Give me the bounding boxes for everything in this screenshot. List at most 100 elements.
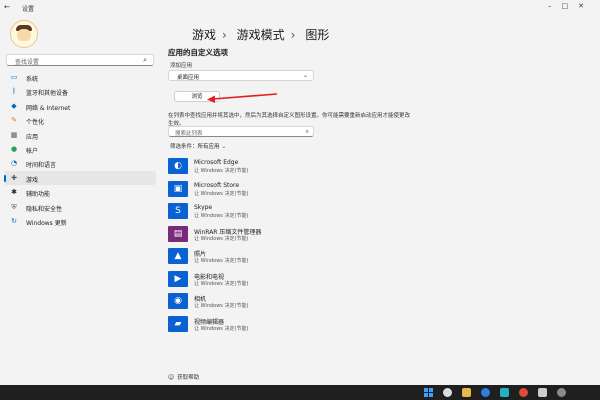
app-list-item[interactable]: ▲ 照片让 Windows 决定(节能) bbox=[168, 246, 428, 269]
avatar-face bbox=[17, 29, 31, 41]
app-list-item[interactable]: ▣ Microsoft Store 让 Windows 决定(节能) bbox=[168, 179, 428, 202]
sidebar-item-label: 系统 bbox=[26, 76, 39, 83]
app-list-item[interactable]: ▰ 视频编辑器让 Windows 决定(节能) bbox=[168, 314, 428, 337]
camera-icon: ◉ bbox=[174, 296, 182, 306]
start-icon[interactable] bbox=[424, 388, 433, 397]
sidebar-item-8[interactable]: ✱ 辅助功能 bbox=[4, 185, 156, 199]
arrow-shaft bbox=[212, 93, 278, 100]
breadcrumb-item-games[interactable]: 游戏 bbox=[192, 28, 216, 42]
sidebar-item-label: 游戏 bbox=[26, 176, 39, 184]
winrar-icon: ▤ bbox=[173, 228, 183, 239]
file-explorer-icon[interactable] bbox=[462, 388, 471, 397]
sidebar-item-4[interactable]: ▦ 应用 bbox=[4, 128, 156, 142]
main-content: 游戏 › 游戏模式 › 图形 应用的自定义选项 添加应用 桌面应用 ⌄ 浏览 在列表… bbox=[168, 16, 600, 386]
film-icon: ▶ bbox=[174, 273, 182, 284]
avatar[interactable] bbox=[10, 20, 38, 48]
apps-icon: ▦ bbox=[10, 130, 18, 139]
add-app-dropdown[interactable]: 桌面应用 ⌄ bbox=[168, 70, 314, 81]
chevron-down-icon: ⌄ bbox=[302, 72, 308, 79]
person-icon: ● bbox=[10, 144, 18, 153]
minimize-icon[interactable]: – bbox=[548, 2, 562, 10]
filter-label: 筛选条件： bbox=[170, 144, 198, 150]
filter-dropdown[interactable]: 筛选条件：所有应用 ⌄ bbox=[170, 142, 226, 150]
add-app-label: 添加应用 bbox=[170, 63, 193, 69]
photos-icon: ▲ bbox=[174, 251, 182, 261]
app-gpu-preference: 让 Windows 决定(节能) bbox=[194, 168, 249, 174]
sidebar-item-3[interactable]: ✎ 个性化 bbox=[4, 113, 156, 127]
chevron-down-icon: ⌄ bbox=[221, 144, 227, 150]
breadcrumb: 游戏 › 游戏模式 › 图形 bbox=[192, 26, 335, 43]
sidebar-item-2[interactable]: ◆ 网络 & Internet bbox=[4, 99, 156, 113]
sidebar-item-label: 辅助功能 bbox=[26, 191, 51, 199]
sidebar-nav: ▭ 系统 ᛒ 蓝牙和其他设备 ◆ 网络 & Internet ✎ 个性化 ▦ 应用 ● 帐户 ◔ 时间和语… bbox=[4, 70, 156, 228]
globe-clock-icon: ◔ bbox=[10, 159, 18, 168]
app-list-item[interactable]: ◐ Microsoft Edge 让 Windows 决定(节能) bbox=[168, 156, 428, 179]
sidebar-item-9[interactable]: ⛨ 隐私和安全性 bbox=[4, 200, 156, 214]
store-icon[interactable] bbox=[481, 388, 490, 397]
app-list-item[interactable]: S Skype 让 Windows 决定(节能) bbox=[168, 201, 428, 224]
sidebar-item-5[interactable]: ● 帐户 bbox=[4, 142, 156, 156]
settings-search-input[interactable]: 查找设置 ⌕ bbox=[6, 54, 154, 66]
breadcrumb-item-graphics: 图形 bbox=[305, 28, 330, 42]
window-title: 设置 bbox=[22, 6, 35, 13]
filter-value: 所有应用 bbox=[197, 144, 220, 150]
skype-icon: S bbox=[175, 206, 181, 216]
chevron-right-icon: › bbox=[290, 28, 296, 42]
start-pane bbox=[429, 393, 433, 397]
sidebar-item-1[interactable]: ᛒ 蓝牙和其他设备 bbox=[4, 84, 156, 98]
get-help-link[interactable]: ☺ 获取帮助 bbox=[168, 373, 199, 381]
app-list-item[interactable]: ◉ 相机让 Windows 决定(节能) bbox=[168, 291, 428, 314]
start-pane bbox=[424, 388, 428, 392]
network-icon[interactable] bbox=[538, 388, 547, 397]
app-gpu-preference: 让 Windows 决定(节能) bbox=[194, 280, 249, 287]
help-icon: ☺ bbox=[168, 374, 175, 381]
close-icon[interactable]: ✕ bbox=[578, 2, 594, 10]
sidebar-item-6[interactable]: ◔ 时间和语言 bbox=[4, 156, 156, 170]
app-gpu-preference: 让 Windows 决定(节能) bbox=[194, 190, 249, 197]
app-tile: ▤ bbox=[168, 225, 188, 242]
app-list: ◐ Microsoft Edge 让 Windows 决定(节能) ▣ Microsof… bbox=[168, 156, 428, 336]
taskbar bbox=[0, 385, 600, 400]
app-gpu-preference: 让 Windows 决定(节能) bbox=[194, 235, 249, 242]
sidebar-item-label: Windows 更新 bbox=[26, 219, 67, 227]
section-title: 应用的自定义选项 bbox=[168, 48, 228, 57]
app-list-item[interactable]: ▶ 电影和电视让 Windows 决定(节能) bbox=[168, 269, 428, 292]
app-tile: ◉ bbox=[168, 293, 188, 309]
back-arrow-icon[interactable]: ← bbox=[4, 3, 10, 11]
sidebar-item-0[interactable]: ▭ 系统 bbox=[4, 70, 156, 84]
app-gpu-preference: 让 Windows 决定(节能) bbox=[194, 325, 249, 332]
sidebar-item-label: 隐私和安全性 bbox=[26, 205, 63, 213]
chrome-icon[interactable] bbox=[519, 388, 528, 397]
sidebar-item-label: 蓝牙和其他设备 bbox=[26, 90, 69, 98]
sidebar-item-label: 时间和语言 bbox=[26, 162, 57, 170]
video-editor-icon: ▰ bbox=[174, 318, 182, 329]
search-icon[interactable] bbox=[443, 388, 452, 397]
add-app-dropdown-value: 桌面应用 bbox=[177, 75, 200, 81]
sidebar: 查找设置 ⌕ ▭ 系统 ᛒ 蓝牙和其他设备 ◆ 网络 & Internet ✎ 个性化 ▦ 应用 ●… bbox=[0, 16, 160, 386]
shield-icon: ⛨ bbox=[11, 202, 17, 211]
app-tile: S bbox=[168, 203, 188, 219]
sidebar-item-10[interactable]: ↻ Windows 更新 bbox=[4, 214, 156, 228]
maximize-icon[interactable]: □ bbox=[562, 2, 579, 10]
chevron-right-icon: › bbox=[222, 28, 227, 42]
list-search-input[interactable]: 搜索此列表 ⌕ bbox=[168, 126, 314, 137]
app-name: Skype bbox=[194, 204, 213, 211]
settings-icon[interactable] bbox=[557, 388, 566, 397]
search-icon: ⌕ bbox=[143, 56, 147, 64]
app-list-item[interactable]: ▤ WinRAR 压缩文件管理器让 Windows 决定(节能) bbox=[168, 224, 428, 247]
accessibility-icon: ✱ bbox=[11, 188, 17, 197]
sidebar-item-label: 个性化 bbox=[26, 119, 45, 127]
red-annotation-arrow bbox=[207, 93, 278, 103]
sidebar-item-7[interactable]: ✚ 游戏 bbox=[4, 170, 156, 186]
app-tile: ◐ bbox=[168, 158, 188, 174]
wifi-icon: ◆ bbox=[11, 101, 17, 110]
breadcrumb-item-game-mode[interactable]: 游戏模式 bbox=[237, 28, 285, 42]
edge-icon[interactable] bbox=[500, 388, 509, 397]
app-gpu-preference: 让 Windows 决定(节能) bbox=[194, 303, 249, 309]
app-gpu-preference: 让 Windows 决定(节能) bbox=[194, 258, 249, 264]
search-icon: ⌕ bbox=[305, 128, 309, 135]
start-pane bbox=[429, 388, 433, 392]
app-gpu-preference: 让 Windows 决定(节能) bbox=[194, 213, 249, 219]
window-controls: –□✕ bbox=[548, 2, 594, 10]
app-tile: ▲ bbox=[168, 248, 188, 264]
